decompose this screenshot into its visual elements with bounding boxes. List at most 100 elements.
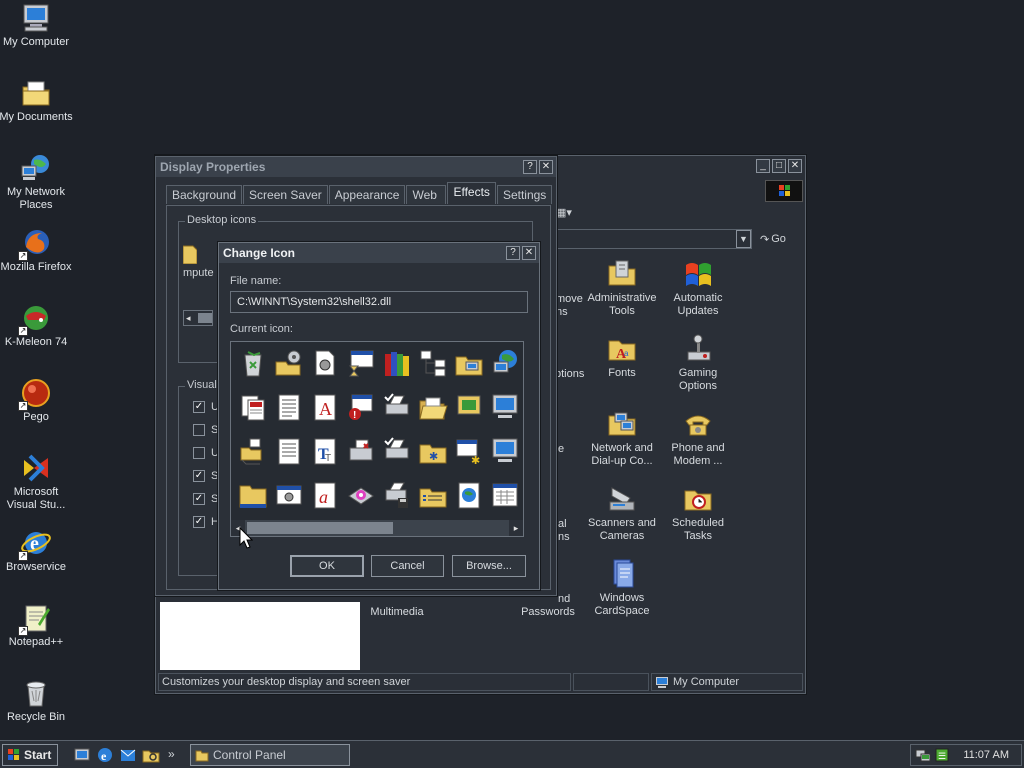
views-button[interactable]: ▦▾ bbox=[556, 206, 584, 224]
icon-option[interactable] bbox=[379, 436, 415, 480]
tab-effects[interactable]: Effects bbox=[447, 182, 496, 204]
icon-option[interactable] bbox=[487, 348, 523, 392]
desktop-icon-visual-studio[interactable]: Microsoft Visual Stu... bbox=[0, 452, 74, 512]
checkbox-checked[interactable]: ✓ bbox=[193, 516, 205, 528]
clock[interactable]: 11:07 AM bbox=[963, 749, 1009, 761]
ok-button[interactable]: OK bbox=[290, 555, 364, 577]
cp-item-fonts[interactable]: Aa Fonts bbox=[584, 332, 660, 380]
icon-option[interactable] bbox=[235, 480, 271, 524]
quicklaunch-chevron-icon[interactable]: » bbox=[168, 747, 175, 761]
icon-option[interactable]: A bbox=[307, 392, 343, 436]
scroll-right-icon[interactable]: ▸ bbox=[509, 520, 523, 536]
icon-option[interactable] bbox=[271, 436, 307, 480]
icon-list[interactable]: A ! TT ✱ ✱ a ◂ ▸ bbox=[230, 341, 524, 537]
address-bar[interactable] bbox=[556, 229, 752, 249]
icon-option[interactable] bbox=[415, 348, 451, 392]
minimize-button[interactable]: _ bbox=[756, 159, 770, 173]
show-desktop-icon[interactable] bbox=[73, 746, 91, 764]
effect-option-4[interactable]: ✓ S bbox=[193, 470, 219, 482]
checkbox-checked[interactable]: ✓ bbox=[193, 470, 205, 482]
icon-option[interactable] bbox=[307, 348, 343, 392]
icon-option[interactable] bbox=[271, 480, 307, 524]
desktop-icon-firefox[interactable]: ↗ Mozilla Firefox bbox=[0, 227, 74, 274]
icon-option[interactable] bbox=[487, 392, 523, 436]
close-button[interactable]: ✕ bbox=[788, 159, 802, 173]
icon-option[interactable] bbox=[235, 392, 271, 436]
icon-option[interactable] bbox=[451, 348, 487, 392]
icon-option[interactable]: ✱ bbox=[451, 436, 487, 480]
icon-option[interactable] bbox=[451, 480, 487, 524]
tab-settings[interactable]: Settings bbox=[496, 185, 553, 204]
scroll-thumb[interactable] bbox=[247, 522, 393, 534]
icon-preview-scrollbar[interactable]: ◂ bbox=[183, 310, 213, 326]
ie-quicklaunch-icon[interactable]: e bbox=[96, 746, 114, 764]
maximize-button[interactable]: □ bbox=[772, 159, 786, 173]
icon-option[interactable] bbox=[379, 392, 415, 436]
desktop-icon-notepad-plus[interactable]: ↗ Notepad++ bbox=[0, 602, 74, 649]
icon-option[interactable] bbox=[379, 348, 415, 392]
icon-option[interactable] bbox=[415, 480, 451, 524]
close-button[interactable]: ✕ bbox=[539, 160, 553, 174]
icon-option[interactable] bbox=[343, 436, 379, 480]
cp-item-multimedia[interactable]: Multimedia bbox=[359, 606, 435, 619]
icon-option[interactable] bbox=[415, 392, 451, 436]
icon-option[interactable] bbox=[271, 348, 307, 392]
cancel-button[interactable]: Cancel bbox=[371, 555, 444, 577]
checkbox-unchecked[interactable] bbox=[193, 424, 205, 436]
icon-option[interactable]: a bbox=[307, 480, 343, 524]
desktop-icon-browservice[interactable]: e ↗ Browservice bbox=[0, 527, 74, 574]
icon-option[interactable] bbox=[379, 480, 415, 524]
checkbox-checked[interactable]: ✓ bbox=[193, 493, 205, 505]
icon-option[interactable] bbox=[487, 480, 523, 524]
icon-option[interactable]: ! bbox=[343, 392, 379, 436]
icon-option[interactable] bbox=[451, 392, 487, 436]
browse-button[interactable]: Browse... bbox=[452, 555, 526, 577]
tab-web[interactable]: Web bbox=[406, 185, 447, 204]
network-tray-icon[interactable] bbox=[915, 747, 931, 763]
help-button[interactable]: ? bbox=[506, 246, 520, 260]
change-icon-titlebar[interactable]: Change Icon ? ✕ bbox=[219, 243, 539, 263]
scroll-left-icon[interactable]: ◂ bbox=[186, 311, 191, 325]
file-name-input[interactable]: C:\WINNT\System32\shell32.dll bbox=[230, 291, 528, 313]
checkbox-unchecked[interactable] bbox=[193, 447, 205, 459]
effect-option-1[interactable]: ✓ U bbox=[193, 401, 219, 413]
cp-item-scanners-cameras[interactable]: Scanners and Cameras bbox=[584, 482, 660, 543]
computer-icon-preview[interactable]: mpute bbox=[182, 242, 214, 288]
effect-option-5[interactable]: ✓ S bbox=[193, 493, 219, 505]
cp-item-phone-modem[interactable]: Phone and Modem ... bbox=[660, 407, 736, 468]
effect-option-2[interactable]: S bbox=[193, 424, 219, 436]
icon-option[interactable]: ✱ bbox=[415, 436, 451, 480]
cp-item-passwords[interactable]: Passwords bbox=[510, 606, 586, 619]
desktop-icon-recycle-bin[interactable]: Recycle Bin bbox=[0, 677, 74, 724]
cp-item-network-dialup[interactable]: Network and Dial-up Co... bbox=[584, 407, 660, 468]
cp-item-gaming-options[interactable]: Gaming Options bbox=[660, 332, 736, 393]
help-button[interactable]: ? bbox=[523, 160, 537, 174]
cp-item-administrative-tools[interactable]: Administrative Tools bbox=[584, 257, 660, 318]
tab-appearance[interactable]: Appearance bbox=[328, 185, 406, 204]
close-button[interactable]: ✕ bbox=[522, 246, 536, 260]
address-go-button[interactable]: ↷ Go bbox=[760, 230, 798, 248]
desktop-icon-network-places[interactable]: My Network Places bbox=[0, 152, 74, 212]
tab-screen-saver[interactable]: Screen Saver bbox=[243, 185, 328, 204]
checkbox-checked[interactable]: ✓ bbox=[193, 401, 205, 413]
taskbar-control-panel-button[interactable]: Control Panel bbox=[190, 744, 350, 766]
desktop-icon-my-documents[interactable]: My Documents bbox=[0, 77, 74, 124]
cp-item-scheduled-tasks[interactable]: Scheduled Tasks bbox=[660, 482, 736, 543]
icon-option[interactable] bbox=[271, 392, 307, 436]
effect-option-3[interactable]: U bbox=[193, 447, 219, 459]
cp-item-automatic-updates[interactable]: Automatic Updates bbox=[660, 257, 736, 318]
app-tray-icon[interactable]: ☰ bbox=[934, 747, 950, 763]
icon-option[interactable] bbox=[343, 348, 379, 392]
desktop-icon-pego[interactable]: ↗ Pego bbox=[0, 377, 74, 424]
icon-option[interactable] bbox=[487, 436, 523, 480]
icon-list-scrollbar[interactable]: ◂ ▸ bbox=[231, 520, 523, 536]
icon-option[interactable]: TT bbox=[307, 436, 343, 480]
start-button[interactable]: Start bbox=[2, 744, 58, 766]
explorer-quicklaunch-icon[interactable] bbox=[142, 746, 160, 764]
icon-option[interactable] bbox=[343, 480, 379, 524]
outlook-quicklaunch-icon[interactable] bbox=[119, 746, 137, 764]
icon-option[interactable] bbox=[235, 436, 271, 480]
tab-background[interactable]: Background bbox=[166, 185, 243, 204]
icon-option[interactable] bbox=[235, 348, 271, 392]
address-dropdown-button[interactable]: ▼ bbox=[736, 230, 751, 248]
